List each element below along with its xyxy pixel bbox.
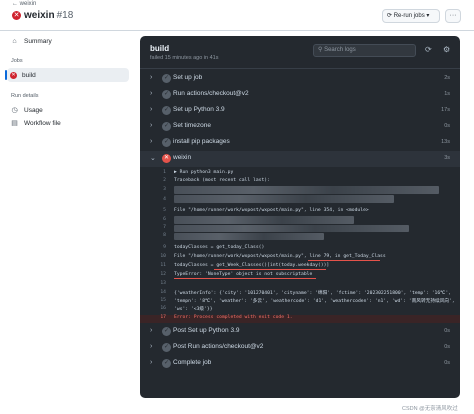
step-name: Post Run actions/checkout@v2 — [173, 343, 264, 350]
step-name: Set timezone — [173, 122, 211, 129]
step-name: install pip packages — [173, 138, 230, 145]
workflow-name: weixin — [24, 10, 55, 21]
check-circle-icon: ✓ — [162, 74, 171, 83]
check-circle-icon: ✓ — [162, 138, 171, 147]
back-link-label[interactable]: weixin — [20, 1, 37, 7]
redacted-block — [174, 186, 439, 194]
step-duration: 13s — [441, 139, 450, 145]
chevron-down-icon: ⌄ — [150, 155, 156, 162]
sidebar-section-run-details: Run details — [11, 93, 39, 99]
step-row[interactable]: › ✓ install pip packages 13s — [140, 135, 460, 151]
more-options-button[interactable]: ··· — [445, 9, 461, 23]
step-name: Complete job — [173, 359, 212, 366]
panel-divider — [140, 68, 460, 69]
sidebar-item-label: Summary — [24, 38, 52, 45]
home-icon: ⌂ — [12, 38, 17, 45]
sidebar-item-label: build — [22, 72, 36, 79]
check-circle-icon: ✓ — [162, 106, 171, 115]
check-circle-icon: ✓ — [162, 359, 171, 368]
chevron-right-icon: › — [150, 122, 153, 129]
step-name: Set up job — [173, 74, 203, 81]
sidebar-item-build[interactable]: ✕ build — [10, 72, 36, 79]
chevron-right-icon: › — [150, 90, 153, 97]
back-link[interactable]: ← weixin — [12, 1, 36, 7]
job-status-text: failed 15 minutes ago in 41s — [150, 55, 219, 61]
rerun-jobs-button[interactable]: ⟳ Re-run jobs ▾ — [382, 9, 440, 23]
sidebar-active-indicator — [5, 70, 7, 80]
step-row-failed[interactable]: ⌄ ✕ weixin 3s — [140, 151, 460, 167]
step-row[interactable]: › ✓ Set up Python 3.9 17s — [140, 103, 460, 119]
job-log-panel: build failed 15 minutes ago in 41s ⚲ Sea… — [140, 36, 460, 398]
step-row[interactable]: › ✓ Set timezone 0s — [140, 119, 460, 135]
step-row[interactable]: › ✓ Post Run actions/checkout@v2 0s — [140, 340, 460, 356]
sidebar-item-summary[interactable]: ⌂ Summary — [10, 38, 52, 45]
step-row[interactable]: › ✓ Post Set up Python 3.9 0s — [140, 324, 460, 340]
clock-icon: ◷ — [11, 107, 18, 114]
error-underline — [214, 269, 326, 270]
step-row[interactable]: › ✓ Set up job 2s — [140, 71, 460, 87]
step-duration: 0s — [444, 344, 450, 350]
chevron-right-icon: › — [150, 327, 153, 334]
chevron-right-icon: › — [150, 343, 153, 350]
run-number: #18 — [56, 10, 74, 21]
redacted-block — [174, 233, 324, 240]
chevron-right-icon: › — [150, 359, 153, 366]
search-icon: ⚲ — [318, 47, 323, 53]
sidebar-item-usage[interactable]: ◷ Usage — [10, 106, 43, 115]
rerun-label: Re-run jobs — [393, 13, 425, 19]
sidebar-item-workflow-file[interactable]: ▤ Workflow file — [10, 119, 61, 128]
redacted-block — [174, 216, 354, 224]
watermark: CSDN @无奈清风吹过 — [402, 406, 458, 412]
log-output: 1 ▶ Run python3 main.py 2 Traceback (most … — [140, 170, 460, 324]
redacted-block — [174, 225, 409, 232]
check-circle-icon: ✓ — [162, 343, 171, 352]
x-circle-icon: ✕ — [12, 11, 21, 20]
step-duration: 0s — [444, 328, 450, 334]
check-circle-icon: ✓ — [162, 327, 171, 336]
step-row[interactable]: › ✓ Run actions/checkout@v2 1s — [140, 87, 460, 103]
x-circle-icon: ✕ — [162, 154, 171, 163]
redacted-block — [174, 195, 394, 203]
header-divider — [0, 30, 474, 31]
log-line-error: 17 Error: Process completed with exit cod… — [140, 315, 460, 323]
chevron-right-icon: › — [150, 74, 153, 81]
sidebar-item-label: Workflow file — [24, 119, 61, 127]
step-name: Set up Python 3.9 — [173, 106, 225, 113]
error-underline — [308, 260, 380, 261]
sidebar-item-label: Usage — [24, 106, 43, 114]
run-title: ✕ weixin #18 — [12, 10, 73, 21]
step-name: Post Set up Python 3.9 — [173, 327, 240, 334]
step-duration: 0s — [444, 123, 450, 129]
search-logs-input[interactable]: ⚲ Search logs — [313, 44, 416, 57]
x-circle-icon: ✕ — [10, 72, 17, 79]
sidebar-section-jobs: Jobs — [11, 58, 23, 64]
step-duration: 2s — [444, 75, 450, 81]
chevron-right-icon: › — [150, 138, 153, 145]
step-duration: 1s — [444, 91, 450, 97]
step-row[interactable]: › ✓ Complete job 0s — [140, 356, 460, 372]
step-duration: 0s — [444, 360, 450, 366]
gear-icon[interactable]: ⚙ — [443, 45, 450, 54]
step-name: weixin — [173, 154, 192, 161]
step-duration: 3s — [444, 155, 450, 161]
file-icon: ▤ — [11, 120, 18, 127]
refresh-icon[interactable]: ⟳ — [425, 45, 432, 54]
chevron-down-icon: ▾ — [426, 13, 430, 19]
search-placeholder: Search logs — [324, 47, 356, 53]
step-name: Run actions/checkout@v2 — [173, 90, 249, 97]
job-title: build — [150, 44, 170, 53]
check-circle-icon: ✓ — [162, 90, 171, 99]
step-duration: 17s — [441, 107, 450, 113]
refresh-icon: ⟳ — [387, 13, 393, 19]
check-circle-icon: ✓ — [162, 122, 171, 131]
error-underline — [174, 278, 316, 279]
chevron-right-icon: › — [150, 106, 153, 113]
